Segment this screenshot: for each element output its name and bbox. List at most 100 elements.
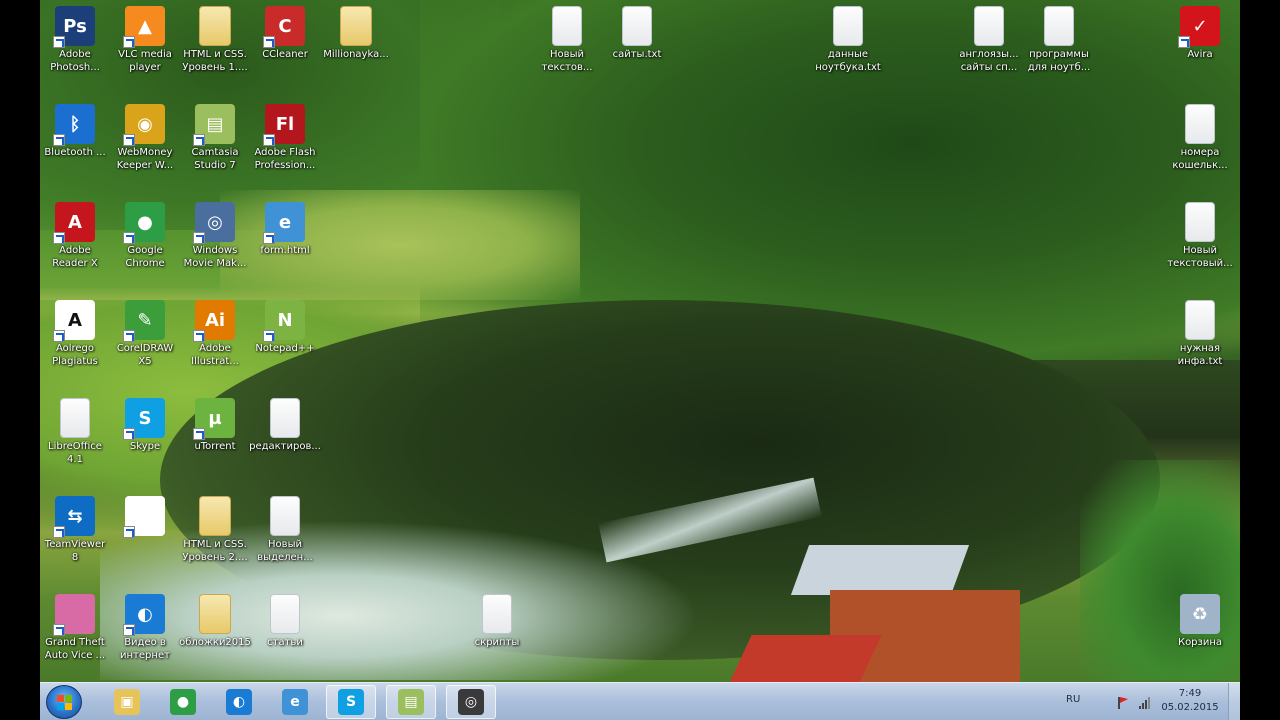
desktop-icon[interactable]: Millionayka... xyxy=(318,0,394,61)
chrome-icon: ● xyxy=(123,202,165,244)
desktop-icon-label: Видео в интернет xyxy=(120,637,170,661)
start-button[interactable] xyxy=(46,685,82,719)
text-file-icon xyxy=(833,6,863,46)
desktop-icon[interactable]: англоязы... сайты сп... xyxy=(951,0,1027,74)
shortcut-arrow-icon xyxy=(123,330,135,342)
language-indicator[interactable]: RU xyxy=(1066,694,1080,705)
text-file-icon xyxy=(622,6,652,46)
desktop-icon[interactable]: ▤ Camtasia Studio 7 xyxy=(177,98,253,172)
desktop-icon-label: Notepad++ xyxy=(255,343,315,354)
desktop-icon-label: Adobe Photosh... xyxy=(50,49,100,73)
shortcut-arrow-icon xyxy=(123,428,135,440)
shortcut-arrow-icon xyxy=(123,134,135,146)
flag-icon[interactable] xyxy=(1116,695,1130,709)
taskbar-item[interactable]: ▤ xyxy=(386,685,436,719)
folder-icon xyxy=(340,6,372,46)
desktop-icon-label: Adobe Reader X xyxy=(52,245,98,269)
desktop-icon[interactable]: статьи xyxy=(247,588,323,649)
desktop-icon[interactable]: ⇆ TeamViewer 8 xyxy=(37,490,113,564)
desktop-icon-label: Skype xyxy=(129,441,161,452)
desktop-icon[interactable]: ◐ Видео в интернет xyxy=(107,588,183,662)
desktop-icon[interactable]: ♻ Корзина xyxy=(1162,588,1238,649)
desktop-icon[interactable]: ◉ WebMoney Keeper W... xyxy=(107,98,183,172)
desktop-icon[interactable] xyxy=(107,490,183,538)
desktop-icon[interactable]: A Aolrego Plagiatus xyxy=(37,294,113,368)
desktop-icon[interactable]: Fl Adobe Flash Profession... xyxy=(247,98,323,172)
taskbar-item[interactable]: ● xyxy=(158,685,208,719)
text-file-icon xyxy=(552,6,582,46)
folder-icon xyxy=(199,594,231,634)
desktop-icon-label: TeamViewer 8 xyxy=(44,539,106,563)
desktop-icon[interactable]: Ps Adobe Photosh... xyxy=(37,0,113,74)
desktop-icon[interactable]: Ai Adobe Illustrat... xyxy=(177,294,253,368)
desktop-icon[interactable]: нужная инфа.txt xyxy=(1162,294,1238,368)
desktop-icon[interactable]: LibreOffice 4.1 xyxy=(37,392,113,466)
folder-icon xyxy=(199,496,231,536)
desktop-icon-label: VLC media player xyxy=(118,49,172,73)
desktop-icon-label: WebMoney Keeper W... xyxy=(116,147,174,171)
desktop-icon-label: Корзина xyxy=(1177,637,1223,648)
taskbar-item[interactable]: e xyxy=(270,685,320,719)
desktop-icon[interactable]: Новый текстовый... xyxy=(1162,196,1238,270)
clock[interactable]: 7:49 05.02.2015 xyxy=(1160,687,1220,715)
desktop-icon[interactable]: Grand Theft Auto Vice ... xyxy=(37,588,113,662)
photoshop-icon: Ps xyxy=(53,6,95,48)
gta-vice-city-icon xyxy=(53,594,95,636)
movie-maker-icon: ◎ xyxy=(193,202,235,244)
desktop-icon[interactable]: скрипты xyxy=(459,588,535,649)
desktop-icon[interactable]: обложки2015 xyxy=(177,588,253,649)
shortcut-arrow-icon xyxy=(263,36,275,48)
taskbar-item[interactable]: S xyxy=(326,685,376,719)
flash-icon: Fl xyxy=(263,104,305,146)
desktop-icon[interactable]: S Skype xyxy=(107,392,183,453)
shortcut-arrow-icon xyxy=(123,232,135,244)
desktop-icon[interactable]: сайты.txt xyxy=(599,0,675,61)
desktop-icon[interactable]: ▲ VLC media player xyxy=(107,0,183,74)
taskbar-item[interactable]: ◎ xyxy=(446,685,496,719)
desktop-icon[interactable]: N Notepad++ xyxy=(247,294,323,355)
wallpaper-house xyxy=(728,545,1030,682)
letterbox-left xyxy=(0,0,40,720)
ccleaner-icon: C xyxy=(263,6,305,48)
desktop-icon-label: form.html xyxy=(260,245,310,256)
desktop-icon[interactable]: e form.html xyxy=(247,196,323,257)
network-icon[interactable] xyxy=(1138,695,1152,709)
desktop-icon[interactable]: Новый выделен... xyxy=(247,490,323,564)
teamviewer-blank-icon xyxy=(123,496,165,538)
camtasia-icon: ▤ xyxy=(193,104,235,146)
desktop-icon[interactable]: данные ноутбука.txt xyxy=(810,0,886,74)
desktop-icon[interactable]: Новый текстов... xyxy=(529,0,605,74)
desktop-icon[interactable]: редактиров... xyxy=(247,392,323,453)
libreoffice-icon xyxy=(60,398,90,438)
text-file-icon xyxy=(974,6,1004,46)
avira-icon: ✓ xyxy=(1178,6,1220,48)
desktop-icon[interactable]: программы для ноутб... xyxy=(1021,0,1097,74)
desktop-icon[interactable]: HTML и CSS. Уровень 1.... xyxy=(177,0,253,74)
desktop-icon[interactable]: номера кошельк... xyxy=(1162,98,1238,172)
desktop-icon-label: Новый текстов... xyxy=(541,49,593,73)
desktop-icon[interactable]: ● Google Chrome xyxy=(107,196,183,270)
desktop-icon[interactable]: ✎ CorelDRAW X5 xyxy=(107,294,183,368)
desktop-icon-label: Новый текстовый... xyxy=(1167,245,1233,269)
shortcut-arrow-icon xyxy=(123,624,135,636)
desktop-icon-label: данные ноутбука.txt xyxy=(815,49,881,73)
teamviewer-icon: ⇆ xyxy=(53,496,95,538)
text-file-icon xyxy=(482,594,512,634)
camtasia-icon: ▤ xyxy=(398,689,424,715)
desktop-icon[interactable]: µ uTorrent xyxy=(177,392,253,453)
desktop-icon[interactable]: ✓ Avira xyxy=(1162,0,1238,61)
desktop-icon-label: CCleaner xyxy=(262,49,308,60)
taskbar-item[interactable]: ▣ xyxy=(102,685,152,719)
desktop-icon[interactable]: A Adobe Reader X xyxy=(37,196,113,270)
desktop-icon[interactable]: ᛒ Bluetooth ... xyxy=(37,98,113,159)
desktop-icon[interactable]: HTML и CSS. Уровень 2.... xyxy=(177,490,253,564)
flag-icon-graphic xyxy=(1118,697,1128,709)
show-desktop-button[interactable] xyxy=(1228,683,1240,720)
shortcut-arrow-icon xyxy=(53,134,65,146)
shortcut-arrow-icon xyxy=(123,36,135,48)
text-file-icon xyxy=(1185,104,1215,144)
taskbar-item[interactable]: ◐ xyxy=(214,685,264,719)
desktop-icon[interactable]: ◎ Windows Movie Mak... xyxy=(177,196,253,270)
desktop-icon[interactable]: C CCleaner xyxy=(247,0,323,61)
shortcut-arrow-icon xyxy=(123,526,135,538)
